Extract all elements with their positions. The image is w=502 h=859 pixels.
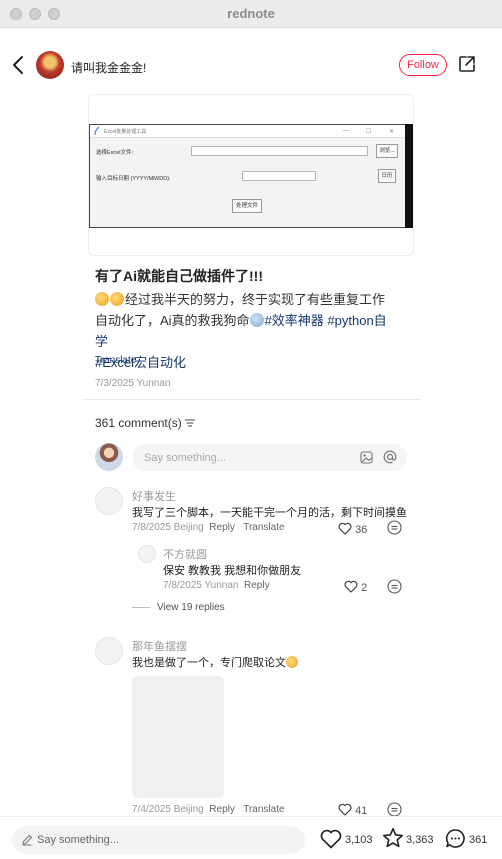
date-label: 输入目标日期 (YYYY/MM/DD): xyxy=(96,176,171,182)
heart-icon xyxy=(344,580,358,593)
reply-meta: 7/8/2025 Yunnan Reply xyxy=(163,580,270,591)
hashtag[interactable]: #效率神器 xyxy=(265,313,324,328)
feather-icon xyxy=(94,127,100,135)
commenter-avatar[interactable] xyxy=(95,487,123,515)
reply-like[interactable]: 2 xyxy=(344,580,367,594)
calendar-button: 日历 xyxy=(378,169,396,183)
post-image[interactable]: Excel批量处理工具 — ☐ ✕ 选择Excel文件: 浏览... 输入目标日… xyxy=(88,94,414,256)
user-avatar xyxy=(95,443,123,471)
comment-count[interactable]: 361 comment(s) xyxy=(95,416,196,430)
crying-face-icon xyxy=(249,313,264,327)
bottom-action-bar: Say something... 3,103 3,363 361 xyxy=(0,816,502,859)
commenter-avatar[interactable] xyxy=(95,637,123,665)
excel-tool-title: Excel批量处理工具 xyxy=(104,129,147,135)
bottom-comment-input[interactable]: Say something... xyxy=(12,826,305,854)
close-icon: ✕ xyxy=(389,129,395,135)
emoji-icon xyxy=(286,656,298,668)
sort-icon[interactable] xyxy=(185,419,196,427)
post-body: 经过我半天的努力，终于实现了有些重复工作自动化了，Ai真的救我狗命 #效率神器 #… xyxy=(95,289,395,373)
mention-icon[interactable] xyxy=(383,450,397,464)
translate-button[interactable]: Translate xyxy=(243,804,284,815)
comment-date-location: 7/8/2025 Beijing xyxy=(132,522,204,533)
excel-tool-window: Excel批量处理工具 — ☐ ✕ 选择Excel文件: 浏览... 输入目标日… xyxy=(89,124,413,228)
pencil-icon xyxy=(22,834,33,846)
post-date-location: 7/3/2025 Yunnan xyxy=(95,378,171,389)
comment-input[interactable]: Say something... xyxy=(132,444,407,471)
minimize-icon: — xyxy=(343,128,349,134)
comment-text: 我也是做了一个，专门爬取论文 xyxy=(132,654,299,670)
comment-image[interactable] xyxy=(132,676,224,798)
commenter-name[interactable]: 那年鱼摆摆 xyxy=(132,638,187,654)
follow-button[interactable]: Follow xyxy=(399,54,447,76)
collect-total: 3,363 xyxy=(406,834,434,846)
comment-like[interactable]: 41 xyxy=(338,803,367,817)
more-options-icon[interactable] xyxy=(387,802,402,817)
excel-tool-titlebar: Excel批量处理工具 — ☐ ✕ xyxy=(90,125,405,138)
smiling-face-icon xyxy=(95,292,109,306)
comment-bubble-icon[interactable] xyxy=(445,828,466,849)
share-icon[interactable] xyxy=(458,55,476,73)
date-input xyxy=(242,171,316,181)
comment-meta: 7/4/2025 Beijing Reply Translate xyxy=(132,804,285,815)
window-titlebar: rednote xyxy=(0,0,502,28)
comment-text: 我写了三个脚本，一天能干完一个月的活，剩下时间摸鱼 xyxy=(132,507,407,519)
bottom-input-placeholder: Say something... xyxy=(37,834,119,846)
comment-total: 361 xyxy=(469,834,488,846)
like-heart-icon[interactable] xyxy=(320,829,342,849)
replier-avatar[interactable] xyxy=(138,545,156,563)
comment-count-label: 361 comment(s) xyxy=(95,416,182,430)
more-options-icon[interactable] xyxy=(387,520,402,535)
divider xyxy=(82,399,420,400)
like-count: 2 xyxy=(361,582,368,594)
process-button: 处理文件 xyxy=(232,199,262,213)
author-name[interactable]: 请叫我金金金! xyxy=(71,59,146,76)
file-label: 选择Excel文件: xyxy=(96,150,133,156)
post-title: 有了Ai就能自己做插件了!!! xyxy=(95,268,263,284)
comment-text-body: 我也是做了一个，专门爬取论文 xyxy=(132,657,286,669)
replier-name[interactable]: 不方就圆 xyxy=(163,546,207,562)
view-replies-line xyxy=(132,607,150,608)
smiling-face-icon xyxy=(110,292,124,306)
maximize-icon: ☐ xyxy=(366,129,372,135)
reply-button[interactable]: Reply xyxy=(209,522,235,533)
comment-input-placeholder: Say something... xyxy=(144,452,226,464)
window-edge xyxy=(405,124,413,228)
heart-icon xyxy=(338,803,352,816)
post-header: 请叫我金金金! Follow xyxy=(0,28,502,100)
browse-button: 浏览... xyxy=(376,144,398,158)
like-total: 3,103 xyxy=(345,834,373,846)
like-count: 36 xyxy=(355,524,368,536)
comment-date-location: 7/4/2025 Beijing xyxy=(132,804,204,815)
reply-date-location: 7/8/2025 Yunnan xyxy=(163,580,239,591)
collect-star-icon[interactable] xyxy=(382,827,404,849)
translate-button[interactable]: Translate xyxy=(243,522,284,533)
reply-button[interactable]: Reply xyxy=(209,804,235,815)
translate-link[interactable]: Translate xyxy=(95,355,136,366)
commenter-name[interactable]: 好事发生 xyxy=(132,488,176,504)
reply-text: 保安 教教我 我想和你做朋友 xyxy=(163,565,302,577)
heart-icon xyxy=(338,522,352,535)
window-title: rednote xyxy=(227,6,275,21)
comment-meta: 7/8/2025 Beijing Reply Translate xyxy=(132,522,285,533)
reply-button[interactable]: Reply xyxy=(244,580,270,591)
file-path-input xyxy=(191,146,368,156)
view-replies-link[interactable]: View 19 replies xyxy=(157,602,225,613)
image-icon[interactable] xyxy=(360,451,373,464)
comment-like[interactable]: 36 xyxy=(338,522,367,536)
more-options-icon[interactable] xyxy=(387,579,402,594)
author-avatar[interactable] xyxy=(36,51,64,79)
back-arrow-icon[interactable] xyxy=(10,54,28,76)
